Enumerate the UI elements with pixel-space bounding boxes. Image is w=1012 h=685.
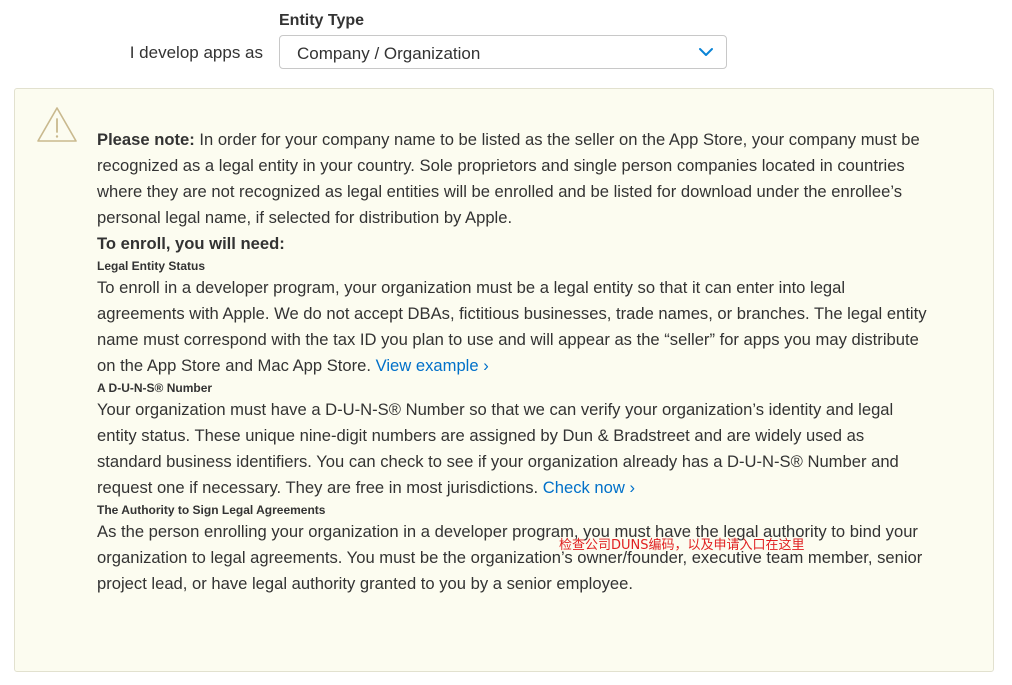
- entity-type-field: Entity Type I develop apps as Company / …: [0, 0, 1012, 80]
- section-heading-legal-entity: Legal Entity Status: [97, 259, 206, 273]
- entity-type-select[interactable]: Company / Organization: [279, 35, 727, 69]
- enrollment-note-box: Please note: In order for your company n…: [14, 88, 994, 672]
- develop-apps-as-label: I develop apps as: [129, 43, 263, 62]
- entity-type-selected-value: Company / Organization: [297, 44, 481, 63]
- note-intro-text: In order for your company name to be lis…: [97, 130, 920, 227]
- section-heading-authority: The Authority to Sign Legal Agreements: [97, 503, 326, 517]
- view-example-link[interactable]: View example ›: [376, 356, 489, 375]
- warning-triangle-icon: [37, 107, 77, 142]
- section-text-authority: As the person enrolling your organizatio…: [97, 522, 923, 593]
- duns-text: Your organization must have a D-U-N-S® N…: [97, 400, 899, 497]
- please-note-label: Please note:: [97, 130, 195, 149]
- section-heading-duns: A D-U-N-S® Number: [97, 381, 213, 395]
- section-text-duns: Your organization must have a D-U-N-S® N…: [97, 397, 927, 501]
- check-now-link[interactable]: Check now ›: [543, 478, 635, 497]
- note-intro: Please note: In order for your company n…: [97, 127, 927, 231]
- section-text-legal-entity: To enroll in a developer program, your o…: [97, 275, 927, 379]
- entity-type-label: Entity Type: [279, 12, 365, 29]
- chevron-down-icon: [699, 48, 713, 56]
- note-content: Please note: In order for your company n…: [97, 127, 927, 597]
- red-annotation: 检查公司DUNS编码，以及申请入口在这里: [559, 538, 805, 553]
- legal-entity-text: To enroll in a developer program, your o…: [97, 278, 927, 375]
- enroll-heading: To enroll, you will need:: [97, 234, 285, 253]
